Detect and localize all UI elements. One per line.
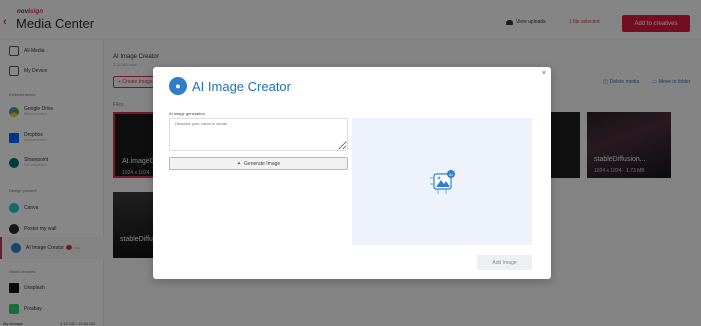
palette-icon: ●	[169, 77, 187, 95]
modal-title: AI Image Creator	[192, 79, 291, 94]
generate-image-label: Generate Image	[244, 160, 281, 167]
sparkle-icon: ✦	[236, 160, 242, 167]
prompt-textarea[interactable]	[169, 118, 348, 151]
close-icon[interactable]: ×	[542, 70, 546, 77]
ai-image-placeholder-icon: AI	[430, 170, 455, 194]
generate-image-button[interactable]: ✦ Generate Image	[169, 157, 348, 170]
prompt-label: AI image generation	[169, 111, 205, 116]
add-image-button[interactable]: Add Image	[477, 255, 532, 270]
ai-image-creator-modal: × ● AI Image Creator AI image generation…	[153, 67, 551, 279]
image-preview-area: AI	[352, 118, 532, 245]
svg-text:AI: AI	[449, 172, 453, 177]
